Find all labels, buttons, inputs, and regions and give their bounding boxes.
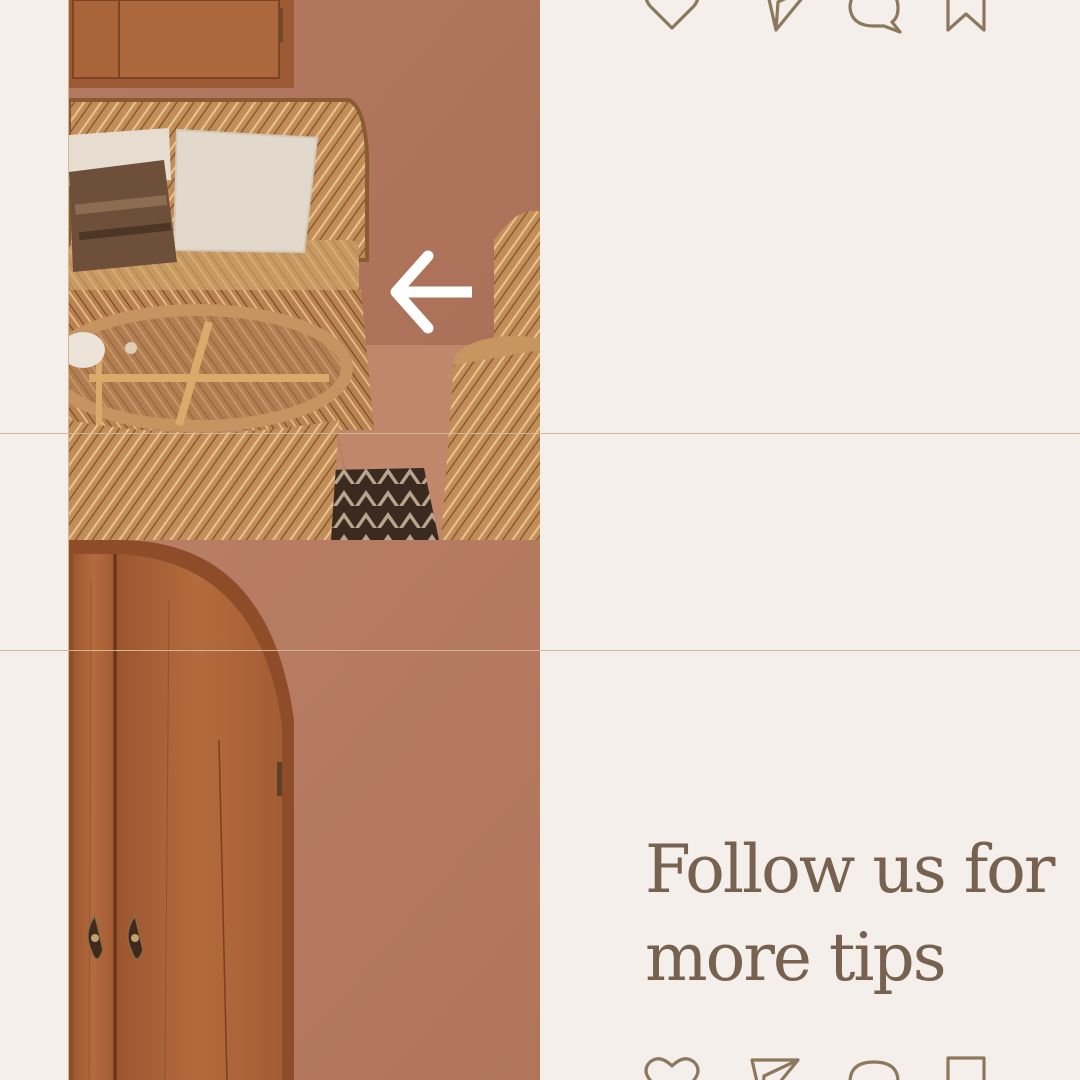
arrow-left-icon[interactable] (386, 246, 478, 338)
bookmark-icon[interactable] (940, 1056, 1000, 1080)
send-icon[interactable] (758, 0, 818, 34)
vertical-guide-line (68, 0, 69, 1080)
arched-door-illustration (69, 540, 540, 1080)
carousel-slide: Follow us for more tips (0, 0, 1080, 1080)
horizontal-guide-line (0, 650, 1080, 651)
comment-icon[interactable] (844, 0, 904, 34)
comment-icon[interactable] (844, 1056, 904, 1080)
social-actions-top (640, 0, 1000, 34)
follow-cta-text: Follow us for more tips (645, 831, 1055, 996)
arched-wooden-door-photo (69, 540, 540, 1080)
heart-icon[interactable] (640, 1056, 700, 1080)
social-actions-bottom (640, 1056, 1000, 1080)
heart-icon[interactable] (640, 0, 700, 34)
send-icon[interactable] (744, 1056, 804, 1080)
horizontal-guide-line (0, 433, 1080, 434)
bookmark-icon[interactable] (940, 0, 1000, 34)
